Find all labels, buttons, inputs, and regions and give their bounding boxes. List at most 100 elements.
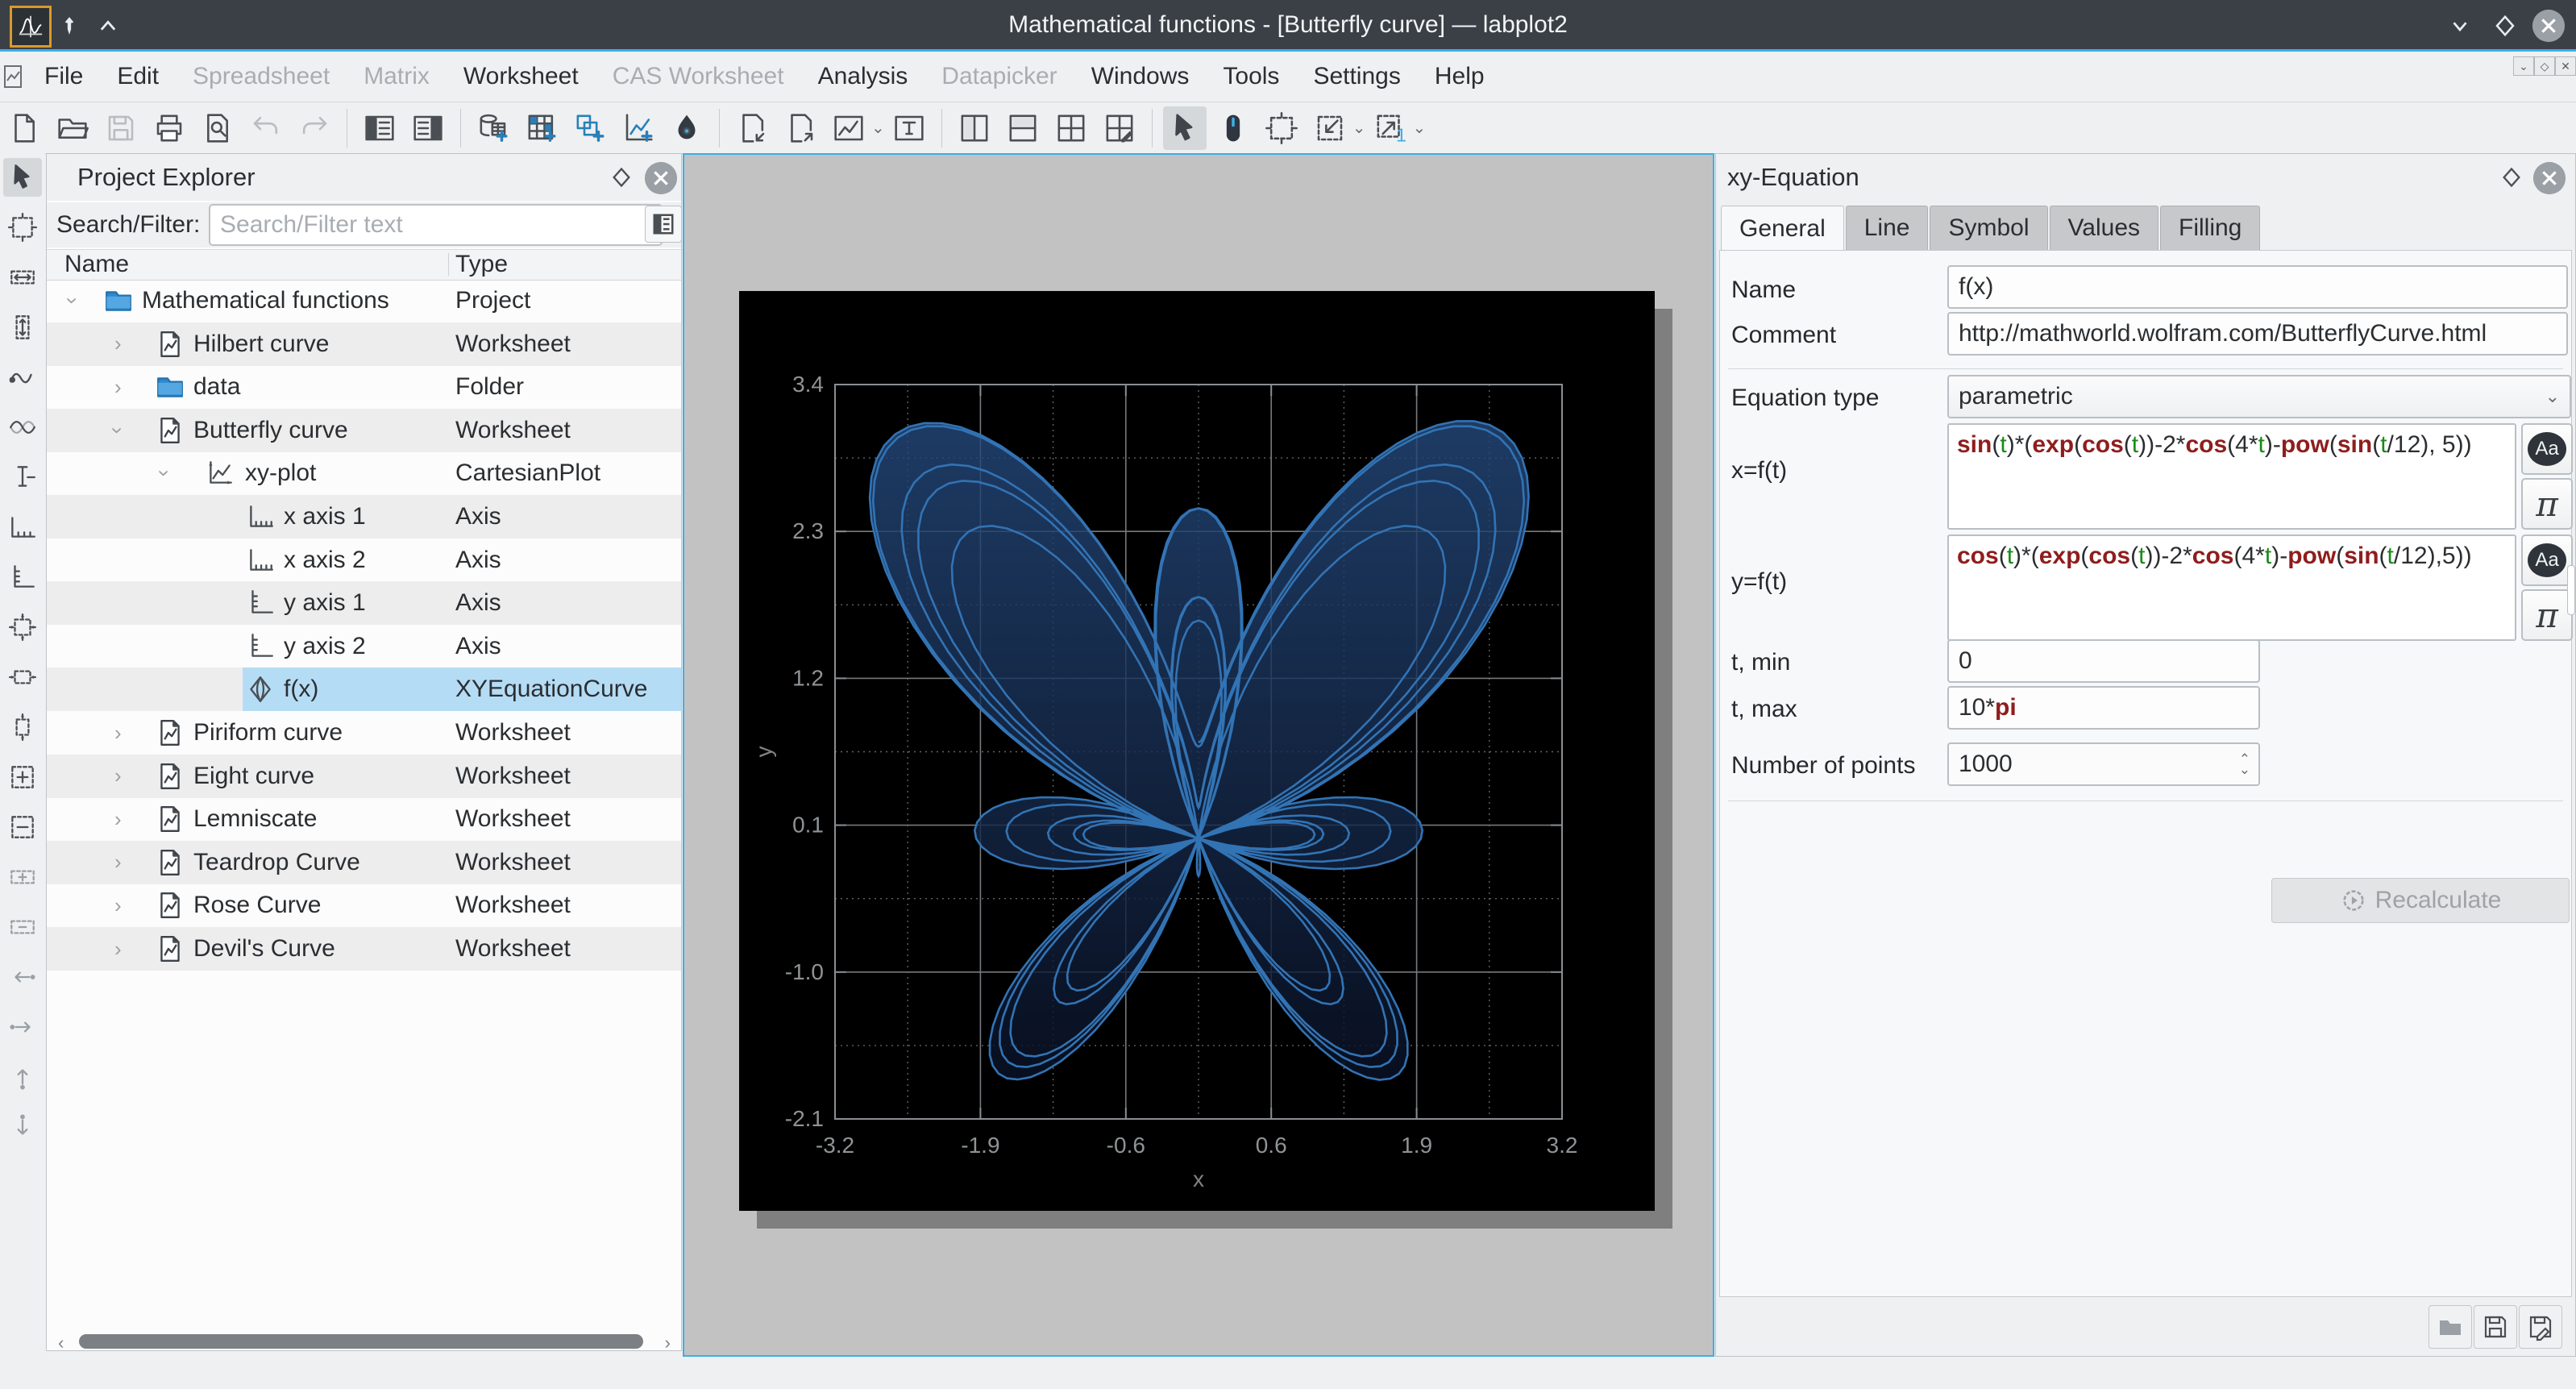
tab-general[interactable]: General [1721, 206, 1844, 252]
tree-row[interactable]: ›Teardrop CurveWorksheet [47, 841, 681, 884]
new-spreadsheet-icon[interactable] [472, 106, 515, 150]
tree-item-name[interactable]: y axis 1 [284, 581, 366, 625]
tree-row[interactable]: ›Piriform curveWorksheet [47, 711, 681, 755]
comment-field[interactable] [1947, 312, 2568, 356]
column-divider[interactable] [448, 253, 449, 276]
shift-down-y-icon[interactable] [3, 1108, 42, 1146]
menu-settings[interactable]: Settings [1296, 52, 1417, 102]
zoom-in-icon[interactable] [3, 758, 42, 796]
import-data-icon[interactable] [730, 106, 774, 150]
horizontal-layout-icon[interactable] [1001, 106, 1045, 150]
expander-icon[interactable]: › [143, 470, 186, 477]
cartesian-plot[interactable]: 3.42.31.20.1-1.0-2.1-3.2-1.9-0.60.61.93.… [739, 291, 1655, 1211]
tree-row[interactable]: ›Devil's CurveWorksheet [47, 927, 681, 971]
expander-icon[interactable]: › [114, 365, 122, 409]
tree-item-name[interactable]: Teardrop Curve [193, 841, 360, 884]
float-icon[interactable] [605, 160, 638, 194]
zoom-in-x-icon[interactable] [3, 858, 42, 896]
tree-row[interactable]: y axis 1Axis [47, 581, 681, 625]
open-project-icon[interactable] [51, 106, 94, 150]
fit-to-view-icon[interactable] [1308, 106, 1352, 150]
menu-spreadsheet[interactable]: Spreadsheet [176, 52, 347, 102]
tree-item-name[interactable]: f(x) [284, 667, 318, 711]
column-type[interactable]: Type [455, 251, 508, 278]
expander-icon[interactable]: › [114, 711, 122, 755]
tree-row[interactable]: y axis 2Axis [47, 625, 681, 668]
tab-symbol[interactable]: Symbol [1930, 206, 2047, 250]
child-minimize-icon[interactable]: ⌄ [2513, 56, 2534, 76]
format-text-icon[interactable]: Aa [2521, 534, 2573, 586]
new-worksheet-icon[interactable] [617, 106, 660, 150]
float-icon[interactable] [2495, 160, 2528, 194]
recalculate-button[interactable]: Recalculate [2271, 878, 2570, 923]
close-icon[interactable] [643, 160, 679, 196]
new-datapicker-icon[interactable] [665, 106, 708, 150]
search-input[interactable] [209, 204, 663, 246]
insert-constant-icon[interactable]: π [2521, 478, 2573, 530]
column-name[interactable]: Name [64, 251, 129, 278]
save-as-icon[interactable] [2519, 1305, 2562, 1349]
navigate-icon[interactable] [1211, 106, 1255, 150]
tree-item-name[interactable]: Piriform curve [193, 711, 343, 755]
new-workbook-icon[interactable] [568, 106, 612, 150]
print-preview-icon[interactable] [196, 106, 239, 150]
tree-row[interactable]: x axis 1Axis [47, 495, 681, 539]
child-restore-icon[interactable]: ◇ [2534, 56, 2555, 76]
minimize-icon[interactable] [2442, 8, 2478, 44]
tree-row[interactable]: x axis 2Axis [47, 539, 681, 582]
tree-row[interactable]: ›dataFolder [47, 365, 681, 409]
zoom-select-icon[interactable] [3, 208, 42, 247]
tree-row[interactable]: ›Butterfly curveWorksheet [47, 409, 681, 452]
tree-item-name[interactable]: Lemniscate [193, 797, 317, 841]
add-text-label-icon[interactable] [3, 458, 42, 497]
name-field[interactable] [1947, 265, 2568, 309]
tree-row[interactable]: f(x)XYEquationCurve [47, 667, 681, 711]
column-settings-icon[interactable] [645, 206, 682, 243]
menu-datapicker[interactable]: Datapicker [924, 52, 1074, 102]
menu-matrix[interactable]: Matrix [347, 52, 447, 102]
maximize-icon[interactable] [2487, 8, 2523, 44]
menu-help[interactable]: Help [1418, 52, 1502, 102]
scrollbar-thumb[interactable] [79, 1334, 643, 1349]
add-equation-curve-icon[interactable] [3, 408, 42, 447]
tree-row[interactable]: ›Eight curveWorksheet [47, 755, 681, 798]
auto-scale-y-icon[interactable] [3, 708, 42, 746]
close-icon[interactable] [2531, 8, 2566, 44]
save-icon[interactable] [2474, 1305, 2517, 1349]
vertical-scrollbar[interactable] [2567, 565, 2575, 615]
new-project-icon[interactable] [2, 106, 46, 150]
select-cursor-icon[interactable] [3, 158, 42, 197]
zoom-out-icon[interactable] [3, 808, 42, 846]
tree-column-header[interactable]: Name Type [47, 249, 681, 281]
menu-windows[interactable]: Windows [1074, 52, 1207, 102]
menu-analysis[interactable]: Analysis [801, 52, 925, 102]
tree-row[interactable]: ›xy-plotCartesianPlot [47, 451, 681, 495]
tree-item-name[interactable]: data [193, 365, 240, 409]
zoom-select-icon[interactable] [1260, 106, 1303, 150]
undo-icon[interactable] [244, 106, 288, 150]
tree-row[interactable]: ›Mathematical functionsProject [47, 279, 681, 322]
shift-up-y-icon[interactable] [3, 1058, 42, 1096]
vertical-layout-icon[interactable] [953, 106, 996, 150]
redo-icon[interactable] [293, 106, 336, 150]
menu-tools[interactable]: Tools [1206, 52, 1296, 102]
tree-row[interactable]: ›Hilbert curveWorksheet [47, 322, 681, 366]
tab-filling[interactable]: Filling [2160, 206, 2260, 250]
load-icon[interactable] [2429, 1305, 2472, 1349]
tree-item-name[interactable]: x axis 1 [284, 495, 366, 539]
expander-icon[interactable]: › [114, 841, 122, 884]
tmin-field[interactable] [1947, 639, 2260, 683]
new-text-label-icon[interactable] [887, 106, 931, 150]
worksheet-view[interactable]: 3.42.31.20.1-1.0-2.1-3.2-1.9-0.60.61.93.… [683, 153, 1714, 1357]
expander-icon[interactable]: › [96, 426, 139, 434]
shift-right-x-icon[interactable] [3, 1008, 42, 1046]
expander-icon[interactable]: › [51, 297, 94, 305]
add-curve-icon[interactable] [3, 358, 42, 397]
add-y-axis-icon[interactable] [3, 558, 42, 597]
zoom-y-select-icon[interactable] [3, 308, 42, 347]
tree-item-name[interactable]: xy-plot [245, 451, 316, 495]
zoom-x-select-icon[interactable] [3, 258, 42, 297]
insert-constant-icon[interactable]: π [2521, 589, 2573, 641]
tree-item-name[interactable]: Butterfly curve [193, 409, 348, 452]
points-spinbox[interactable]: 1000 ⌃⌄ [1947, 742, 2260, 786]
